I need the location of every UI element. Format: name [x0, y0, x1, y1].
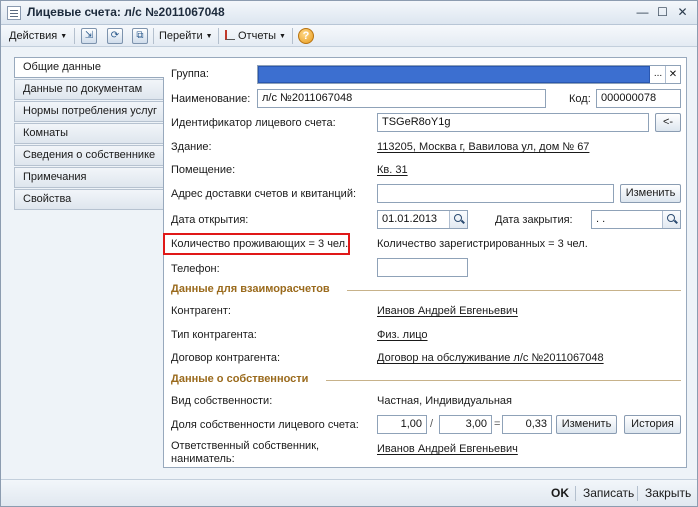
contractor-type-label: Тип контрагента:: [171, 329, 257, 341]
goto-menu[interactable]: Перейти ▼: [159, 28, 213, 44]
ownership-kind-label: Вид собственности:: [171, 395, 273, 407]
share-result-field: 0,33: [502, 415, 552, 434]
change-share-button[interactable]: Изменить: [556, 415, 617, 434]
change-address-button[interactable]: Изменить: [620, 184, 681, 203]
contractor-link[interactable]: Иванов Андрей Евгеньевич: [377, 305, 518, 317]
chevron-down-icon: ▼: [205, 33, 213, 40]
maximize-button[interactable]: ☐: [654, 5, 671, 21]
open-date-input[interactable]: 01.01.2013: [377, 210, 468, 229]
share-numerator-input[interactable]: 1,00: [377, 415, 427, 434]
tab-documents[interactable]: Данные по документам: [14, 79, 164, 100]
ownership-divider: [326, 380, 681, 381]
account-id-label: Идентификатор лицевого счета:: [171, 117, 336, 129]
premises-link[interactable]: Кв. 31: [377, 164, 408, 176]
copy-icon[interactable]: ⧉: [132, 28, 148, 44]
group-select-button[interactable]: ...: [651, 66, 665, 83]
delivery-address-input[interactable]: [377, 184, 614, 203]
toolbar: Действия ▼ ⇲ ⟳ ⧉ Перейти ▼ Отчеты ▼ ?: [1, 25, 697, 47]
building-label: Здание:: [171, 141, 212, 153]
toolbar-separator: [153, 28, 154, 44]
account-id-input[interactable]: TSGeR8oY1g: [377, 113, 649, 132]
contract-label: Договор контрагента:: [171, 352, 281, 364]
bottom-separator: [637, 486, 638, 501]
premises-label: Помещение:: [171, 164, 236, 176]
contractor-label: Контрагент:: [171, 305, 231, 317]
group-clear-icon[interactable]: ✕: [665, 66, 680, 83]
save-button[interactable]: Записать: [583, 486, 634, 500]
tab-general[interactable]: Общие данные: [14, 57, 164, 78]
search-icon[interactable]: [449, 211, 467, 228]
code-input[interactable]: 000000078: [596, 89, 681, 108]
group-selection: [258, 66, 650, 83]
window: Лицевые счета: л/с №2011067048 — ☐ ✕ Дей…: [0, 0, 698, 507]
actions-menu[interactable]: Действия ▼: [9, 28, 67, 44]
ok-button[interactable]: OK: [551, 486, 569, 500]
contractor-type-link[interactable]: Физ. лицо: [377, 329, 428, 341]
reports-menu[interactable]: Отчеты ▼: [225, 28, 286, 44]
general-panel: Группа: ... ✕ Наименование: л/с №2011067…: [163, 57, 687, 468]
window-title: Лицевые счета: л/с №2011067048: [27, 5, 225, 19]
open-date-value: 01.01.2013: [382, 213, 438, 225]
chevron-down-icon: ▼: [279, 33, 286, 40]
share-equals-sign: =: [494, 418, 501, 430]
toolbar-separator: [292, 28, 293, 44]
delivery-address-label: Адрес доставки счетов и квитанций:: [171, 188, 357, 200]
bottom-bar: OK Записать Закрыть: [1, 479, 697, 506]
group-field[interactable]: ... ✕: [257, 65, 681, 84]
help-icon[interactable]: ?: [298, 28, 314, 44]
document-icon: [7, 6, 21, 20]
tab-owner-info[interactable]: Сведения о собственнике: [14, 145, 164, 166]
chart-icon: [225, 30, 235, 40]
contract-link[interactable]: Договор на обслуживание л/с №2011067048: [377, 352, 604, 364]
responsible-owner-link[interactable]: Иванов Андрей Евгеньевич: [377, 443, 518, 455]
save-close-icon[interactable]: ⇲: [81, 28, 97, 44]
open-date-label: Дата открытия:: [171, 214, 249, 226]
reports-label: Отчеты: [238, 30, 277, 42]
goto-label: Перейти: [159, 30, 203, 42]
phone-input[interactable]: [377, 258, 468, 277]
close-button[interactable]: ✕: [674, 5, 691, 21]
group-label: Группа:: [171, 68, 209, 80]
chevron-down-icon: ▼: [60, 33, 68, 40]
close-form-button[interactable]: Закрыть: [645, 486, 691, 500]
bottom-separator: [575, 486, 576, 501]
toolbar-separator: [218, 28, 219, 44]
name-label: Наименование:: [171, 93, 251, 105]
responsible-owner-label-line2: наниматель:: [171, 453, 235, 465]
account-id-fill-button[interactable]: <-: [655, 113, 681, 132]
ownership-kind-value: Частная, Индивидуальная: [377, 395, 512, 407]
settlements-divider: [347, 290, 681, 291]
close-date-label: Дата закрытия:: [495, 214, 573, 226]
share-denominator-input[interactable]: 3,00: [439, 415, 492, 434]
close-date-value: . .: [596, 213, 606, 225]
ownership-section-title: Данные о собственности: [171, 373, 309, 385]
registered-count-label: Количество зарегистрированных = 3 чел.: [377, 238, 588, 250]
toolbar-separator: [74, 28, 75, 44]
building-link[interactable]: 113205, Москва г, Вавилова ул, дом № 67: [377, 141, 589, 153]
share-divider-sign: /: [430, 418, 434, 430]
phone-label: Телефон:: [171, 263, 220, 275]
minimize-button[interactable]: —: [634, 5, 651, 21]
settlements-section-title: Данные для взаиморасчетов: [171, 283, 330, 295]
refresh-icon[interactable]: ⟳: [107, 28, 123, 44]
history-button[interactable]: История: [624, 415, 681, 434]
code-label: Код:: [569, 93, 591, 105]
tab-rooms[interactable]: Комнаты: [14, 123, 164, 144]
tab-consumption-norms[interactable]: Нормы потребления услуг: [14, 101, 164, 122]
title-bar: Лицевые счета: л/с №2011067048 — ☐ ✕: [1, 1, 697, 25]
search-icon[interactable]: [662, 211, 680, 228]
close-date-input[interactable]: . .: [591, 210, 681, 229]
name-input[interactable]: л/с №2011067048: [257, 89, 546, 108]
actions-label: Действия: [9, 30, 58, 42]
tab-properties[interactable]: Свойства: [14, 189, 164, 210]
tab-notes[interactable]: Примечания: [14, 167, 164, 188]
ownership-share-label: Доля собственности лицевого счета:: [171, 419, 359, 431]
responsible-owner-label-line1: Ответственный собственник,: [171, 440, 320, 452]
residents-count-label: Количество проживающих = 3 чел.: [171, 238, 349, 250]
